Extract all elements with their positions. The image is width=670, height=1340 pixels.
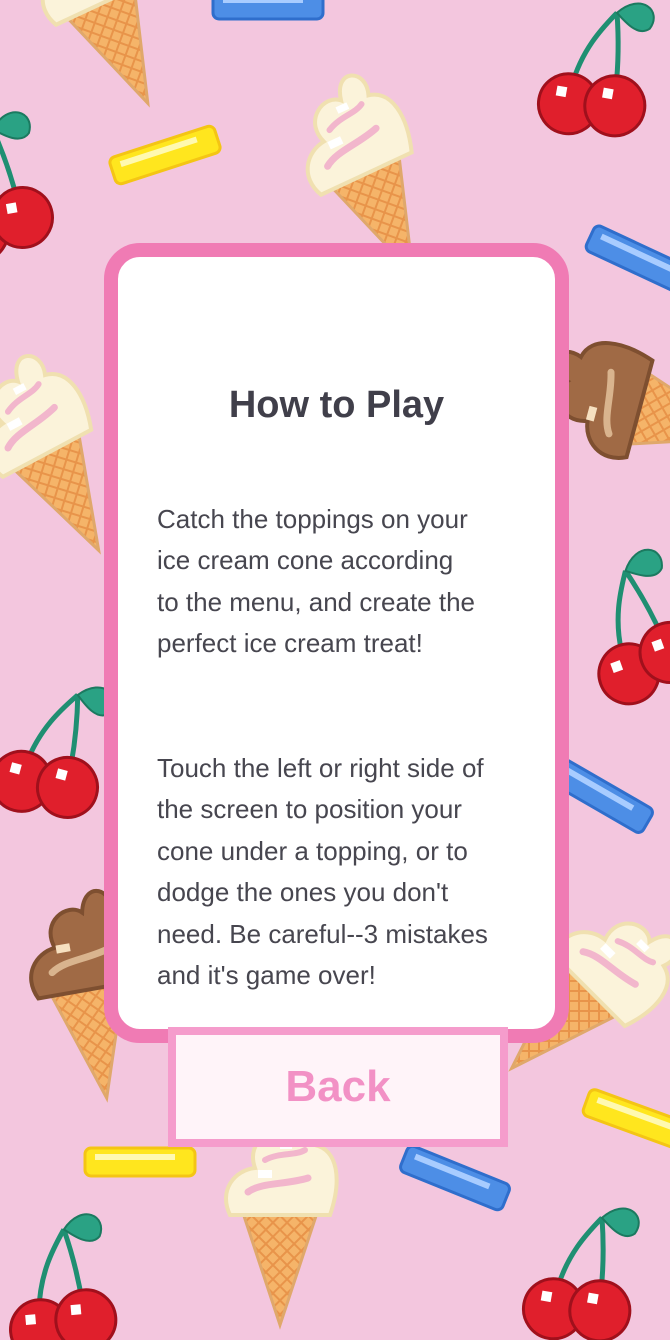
how-to-play-card: How to Play Catch the toppings on your i… xyxy=(104,243,569,1043)
how-to-play-title: How to Play xyxy=(228,384,445,426)
instructions-paragraph-2: Touch the left or right side of the scre… xyxy=(157,752,488,991)
back-button[interactable]: Back xyxy=(168,1027,508,1147)
instructions-paragraph-1: Catch the toppings on your ice cream con… xyxy=(157,503,475,659)
instructions-text: Catch the toppings on your ice cream con… xyxy=(157,457,537,1080)
